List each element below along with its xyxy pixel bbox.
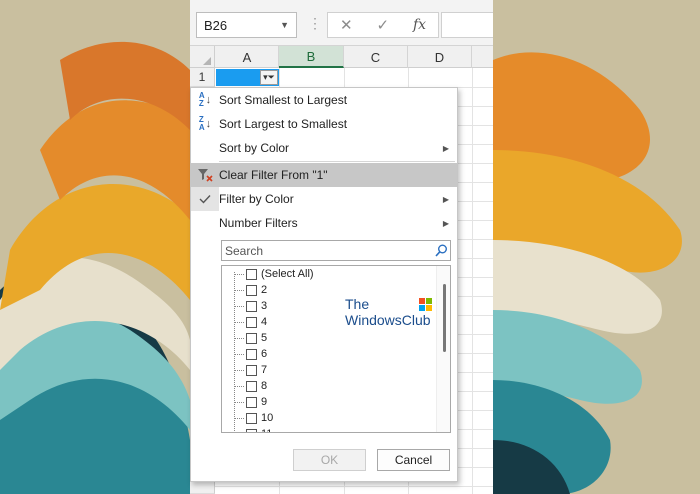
menu-item-label: Sort Largest to Smallest	[219, 117, 348, 131]
windows-logo-icon	[419, 298, 433, 312]
list-item-label: 11	[261, 428, 272, 432]
submenu-arrow-icon: ▶	[442, 194, 449, 204]
menu-item-label: Sort by Color	[219, 141, 290, 155]
search-icon[interactable]	[432, 244, 450, 257]
clear-filter-icon	[191, 168, 219, 182]
list-item-label: 7	[261, 364, 268, 376]
search-placeholder: Search	[225, 243, 264, 258]
submenu-arrow-icon: ▶	[442, 218, 449, 228]
filter-values-list: (Select All) 2 3 4 5 6 7 8 9 10 The Wind…	[221, 265, 451, 433]
sort-descending-icon: Z A ↓	[198, 115, 212, 132]
menu-item-clear-filter[interactable]: Clear Filter From "1"	[191, 163, 457, 187]
column-header-b[interactable]: B	[279, 46, 344, 68]
menu-item-label: Clear Filter From "1"	[219, 168, 328, 182]
menu-item-number-filters[interactable]: Number Filters ▶	[191, 211, 457, 235]
grid-line	[472, 68, 473, 494]
ok-button[interactable]: OK	[293, 449, 366, 471]
checkbox[interactable]	[246, 348, 257, 360]
list-item[interactable]: 11	[234, 426, 272, 432]
formula-input[interactable]	[441, 12, 493, 38]
checkbox[interactable]	[246, 412, 257, 424]
chevron-down-icon[interactable]: ▼	[280, 20, 289, 30]
grid-line	[215, 486, 493, 487]
checkbox[interactable]	[246, 268, 257, 280]
list-item-label: 10	[261, 412, 274, 424]
list-item-label: 2	[261, 284, 268, 296]
menu-item-label: Number Filters	[219, 216, 298, 230]
filter-dropdown-button[interactable]: ▾⏷	[260, 70, 278, 85]
list-item-label: (Select All)	[261, 268, 314, 280]
list-item[interactable]: 6	[234, 346, 267, 362]
list-item[interactable]: 3	[234, 298, 267, 314]
list-scrollbar[interactable]	[436, 266, 450, 432]
checkbox[interactable]	[246, 380, 257, 392]
more-options-icon[interactable]: ⋮	[308, 15, 323, 32]
menu-item-filter-by-color[interactable]: Filter by Color ▶	[191, 187, 457, 211]
watermark-line1: The	[345, 296, 370, 312]
list-item[interactable]: 2	[234, 282, 267, 298]
list-item-label: 9	[261, 396, 268, 408]
list-item[interactable]: 10	[234, 410, 273, 426]
list-item-select-all[interactable]: (Select All)	[234, 266, 314, 282]
sort-ascending-icon: A Z ↓	[198, 91, 212, 108]
formula-buttons: ✕ ✓ fx	[327, 12, 439, 38]
list-item[interactable]: 4	[234, 314, 267, 330]
column-header-a[interactable]: A	[216, 46, 279, 68]
menu-item-label: Filter by Color	[219, 192, 294, 206]
checkbox[interactable]	[246, 364, 257, 376]
filter-search-input[interactable]: Search	[221, 240, 451, 261]
menu-item-label: Sort Smallest to Largest	[219, 93, 348, 107]
list-item-label: 8	[261, 380, 268, 392]
cancel-button[interactable]: Cancel	[377, 449, 450, 471]
name-box[interactable]: B26 ▼	[196, 12, 297, 38]
list-item[interactable]: 9	[234, 394, 267, 410]
formula-bar: B26 ▼ ⋮ ✕ ✓ fx	[190, 0, 493, 46]
list-item[interactable]: 7	[234, 362, 267, 378]
select-all-corner[interactable]	[190, 46, 215, 68]
submenu-arrow-icon: ▶	[442, 143, 449, 153]
checkbox[interactable]	[246, 332, 257, 344]
checkbox[interactable]	[246, 316, 257, 328]
list-item[interactable]: 5	[234, 330, 267, 346]
filter-funnel-icon: ▾⏷	[263, 72, 275, 82]
menu-item-sort-ascending[interactable]: A Z ↓ Sort Smallest to Largest	[191, 88, 457, 112]
autofilter-menu: A Z ↓ Sort Smallest to Largest Z A ↓ Sort La…	[190, 87, 458, 482]
column-headers: A B C D	[190, 46, 493, 68]
checkmark-icon	[191, 187, 219, 211]
list-item-label: 3	[261, 300, 268, 312]
column-header-d[interactable]: D	[408, 46, 472, 68]
scrollbar-thumb[interactable]	[443, 284, 446, 352]
list-item[interactable]: 8	[234, 378, 267, 394]
list-item-label: 5	[261, 332, 268, 344]
checkbox[interactable]	[246, 428, 257, 432]
column-header-c[interactable]: C	[344, 46, 408, 68]
list-item-label: 4	[261, 316, 268, 328]
insert-function-icon[interactable]: fx	[413, 17, 426, 33]
menu-item-sort-descending[interactable]: Z A ↓ Sort Largest to Smallest	[191, 112, 457, 136]
checkbox[interactable]	[246, 300, 257, 312]
menu-item-sort-by-color[interactable]: Sort by Color ▶	[191, 136, 457, 160]
cancel-icon[interactable]: ✕	[340, 16, 353, 34]
row-header-1[interactable]: 1	[190, 68, 215, 87]
watermark: The WindowsClub	[345, 296, 433, 328]
list-item-label: 6	[261, 348, 268, 360]
checkbox[interactable]	[246, 396, 257, 408]
menu-divider	[219, 161, 455, 162]
enter-icon[interactable]: ✓	[376, 16, 389, 34]
name-box-value: B26	[204, 17, 228, 33]
checkbox[interactable]	[246, 284, 257, 296]
watermark-line2: WindowsClub	[345, 312, 431, 328]
